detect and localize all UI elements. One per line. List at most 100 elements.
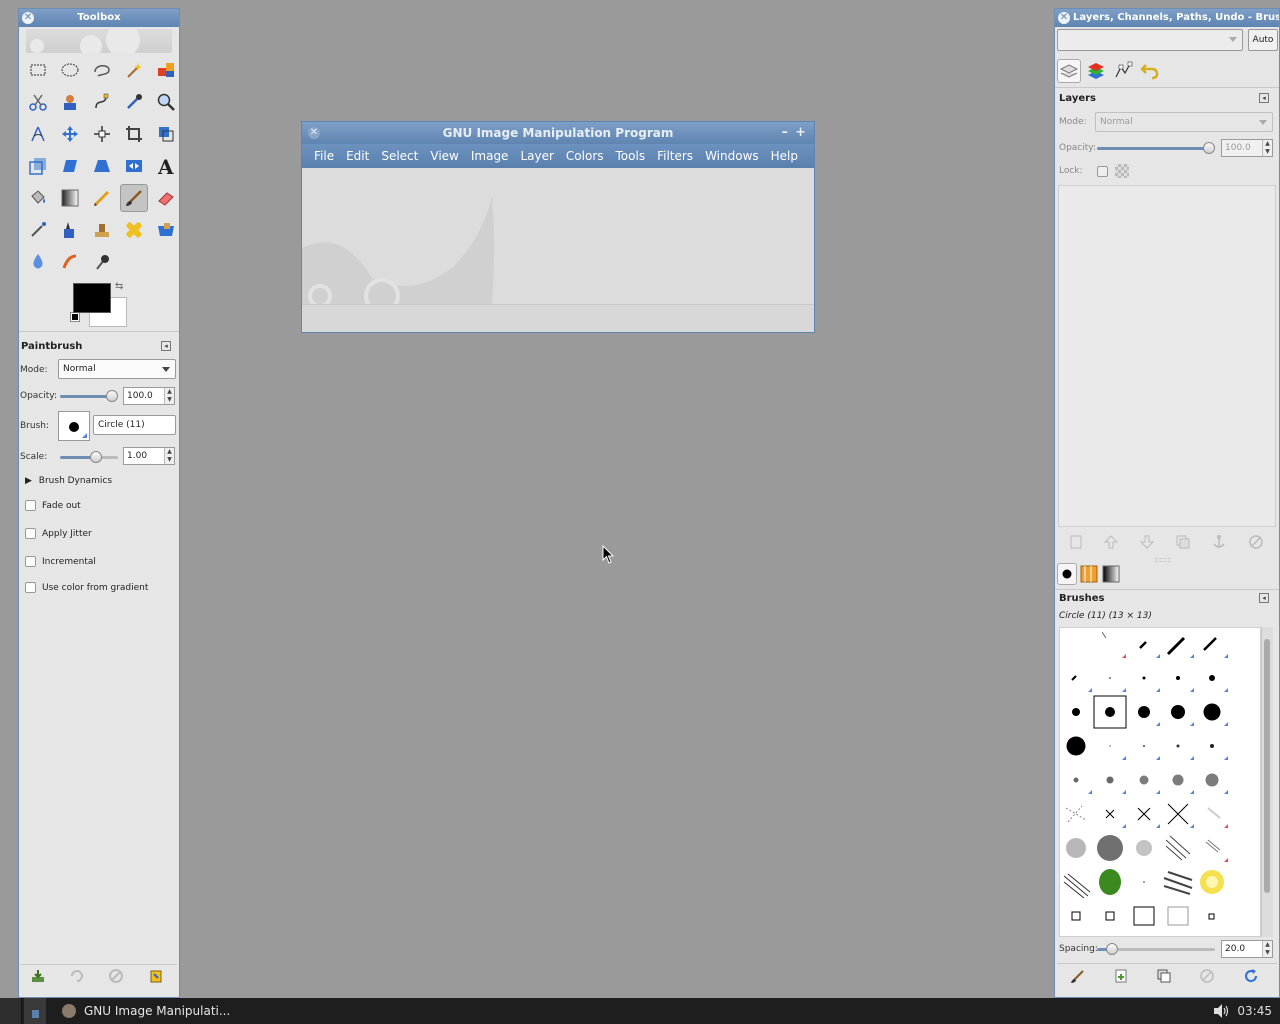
menu-tools[interactable]: Tools [610, 149, 652, 163]
rect-select-tool-icon[interactable] [24, 56, 52, 84]
new-brush-icon[interactable] [1112, 967, 1130, 985]
move-tool-icon[interactable] [56, 120, 84, 148]
empty-canvas-drop-area[interactable] [302, 168, 814, 304]
layers-mode-dropdown[interactable]: Normal [1095, 112, 1273, 132]
ellipse-select-tool-icon[interactable] [56, 56, 84, 84]
tab-channels[interactable] [1084, 59, 1108, 83]
menu-select[interactable]: Select [375, 149, 424, 163]
brushes-scrollbar[interactable] [1261, 627, 1273, 937]
raise-layer-icon[interactable] [1102, 533, 1120, 551]
bucket-fill-tool-icon[interactable] [24, 184, 52, 212]
blur-sharpen-tool-icon[interactable] [24, 248, 52, 276]
spacing-spinbox[interactable]: 20.0 ▲ ▼ [1221, 940, 1273, 958]
heal-tool-icon[interactable] [120, 216, 148, 244]
brush-preview-button[interactable] [58, 411, 90, 441]
reset-options-icon[interactable] [147, 967, 165, 985]
align-tool-icon[interactable] [88, 120, 116, 148]
brush-dynamics-expander[interactable]: ▶ Brush Dynamics [25, 474, 112, 488]
spin-arrows-icon[interactable]: ▲ ▼ [164, 388, 174, 404]
refresh-brushes-icon[interactable] [1242, 967, 1260, 985]
menu-windows[interactable]: Windows [699, 149, 765, 163]
checkbox-box[interactable] [25, 556, 36, 567]
spin-arrows-icon[interactable]: ▲ ▼ [164, 448, 174, 464]
menu-edit[interactable]: Edit [340, 149, 375, 163]
brush-grid[interactable] [1059, 627, 1261, 937]
scale-tool-icon[interactable] [24, 152, 52, 180]
ink-tool-icon[interactable] [56, 216, 84, 244]
blend-tool-icon[interactable] [56, 184, 84, 212]
paintbrush-tool-icon[interactable] [120, 184, 148, 212]
spacing-slider-knob[interactable] [1106, 943, 1118, 955]
color-picker-tool-icon[interactable] [120, 88, 148, 116]
free-select-tool-icon[interactable] [88, 56, 116, 84]
tab-layers[interactable] [1057, 59, 1081, 83]
dock-titlebar[interactable]: ✕ Layers, Channels, Paths, Undo - Brushe… [1055, 9, 1279, 27]
layers-opacity-slider[interactable] [1097, 147, 1209, 150]
delete-options-icon[interactable] [107, 967, 125, 985]
close-icon[interactable]: ✕ [308, 127, 320, 139]
panel-menu-icon[interactable]: ◂ [1259, 93, 1269, 103]
zoom-tool-icon[interactable] [152, 88, 180, 116]
wilber-drop-area[interactable] [26, 29, 172, 53]
toolbox-titlebar[interactable]: ✕ Toolbox [19, 9, 179, 27]
scale-spinbox[interactable]: 1.00 ▲ ▼ [123, 447, 175, 465]
paths-tool-icon[interactable] [88, 88, 116, 116]
save-options-icon[interactable] [29, 967, 47, 985]
scale-slider-knob[interactable] [90, 451, 102, 463]
brush-name-field[interactable]: Circle (11) [93, 415, 176, 435]
opacity-slider-knob[interactable] [106, 390, 118, 402]
mode-dropdown[interactable]: Normal [58, 359, 176, 379]
checkbox-box[interactable] [25, 528, 36, 539]
duplicate-layer-icon[interactable] [1174, 533, 1192, 551]
auto-button[interactable]: Auto [1248, 29, 1278, 51]
checkbox-box[interactable] [25, 500, 36, 511]
checkbox-use-color-from-gradient[interactable]: Use color from gradient [25, 581, 148, 595]
eraser-tool-icon[interactable] [152, 184, 180, 212]
shear-tool-icon[interactable] [56, 152, 84, 180]
perspective-clone-tool-icon[interactable] [152, 216, 180, 244]
dodge-burn-tool-icon[interactable] [88, 248, 116, 276]
checkbox-box[interactable] [25, 582, 36, 593]
airbrush-tool-icon[interactable] [24, 216, 52, 244]
minimize-icon[interactable]: – [782, 122, 789, 144]
anchor-layer-icon[interactable] [1210, 533, 1228, 551]
delete-brush-icon[interactable] [1198, 967, 1216, 985]
foreground-color-swatch[interactable] [73, 283, 111, 313]
close-icon[interactable]: ✕ [1058, 12, 1070, 24]
scissors-select-tool-icon[interactable] [24, 88, 52, 116]
scrollbar-thumb[interactable] [1264, 639, 1270, 893]
workspace-2[interactable] [24, 998, 46, 1024]
tab-gradients[interactable] [1101, 563, 1121, 585]
tab-undo[interactable] [1138, 59, 1162, 83]
new-layer-icon[interactable] [1067, 533, 1085, 551]
lock-alpha-icon[interactable] [1115, 164, 1129, 178]
layers-list[interactable] [1058, 185, 1276, 527]
measure-tool-icon[interactable] [24, 120, 52, 148]
menu-view[interactable]: View [424, 149, 464, 163]
close-icon[interactable]: ✕ [22, 12, 34, 24]
pencil-tool-icon[interactable] [88, 184, 116, 212]
volume-icon[interactable] [1212, 1003, 1230, 1019]
flip-tool-icon[interactable] [120, 152, 148, 180]
panel-menu-icon[interactable]: ◂ [161, 341, 171, 351]
menu-layer[interactable]: Layer [514, 149, 559, 163]
menu-help[interactable]: Help [765, 149, 804, 163]
menu-colors[interactable]: Colors [560, 149, 610, 163]
taskbar-app-button[interactable]: GNU Image Manipulati... [58, 998, 230, 1024]
image-selector-dropdown[interactable] [1057, 29, 1243, 51]
layers-opacity-spinbox[interactable]: 100.0 ▲ ▼ [1221, 139, 1273, 157]
menu-file[interactable]: File [308, 149, 340, 163]
duplicate-brush-icon[interactable] [1155, 967, 1173, 985]
tab-paths[interactable] [1111, 59, 1135, 83]
panel-menu-icon[interactable]: ◂ [1259, 593, 1269, 603]
select-by-color-tool-icon[interactable] [152, 56, 180, 84]
delete-layer-icon[interactable] [1247, 533, 1265, 551]
workspace-1[interactable] [0, 998, 22, 1024]
default-colors-icon[interactable] [70, 312, 80, 322]
foreground-select-tool-icon[interactable] [56, 88, 84, 116]
checkbox-fade-out[interactable]: Fade out [25, 499, 81, 513]
restore-options-icon[interactable] [68, 967, 86, 985]
main-titlebar[interactable]: ✕ GNU Image Manipulation Program – + [302, 122, 814, 144]
tab-brushes[interactable] [1057, 563, 1077, 585]
opacity-spinbox[interactable]: 100.0 ▲ ▼ [123, 387, 175, 405]
